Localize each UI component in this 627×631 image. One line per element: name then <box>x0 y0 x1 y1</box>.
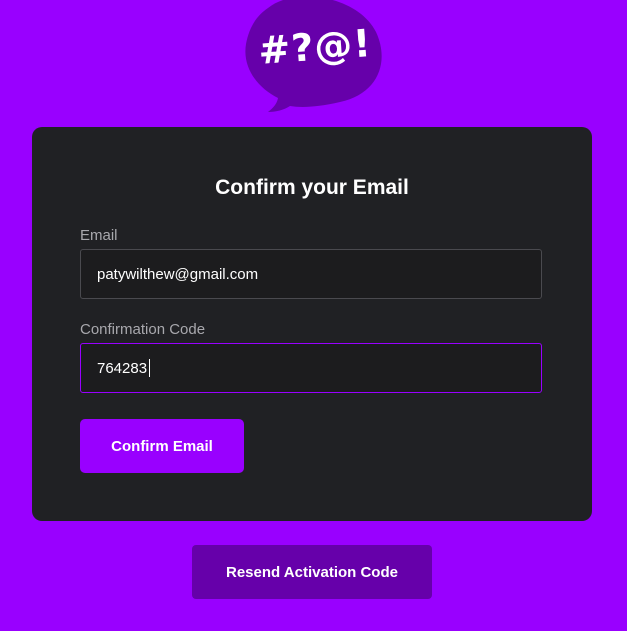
app-logo: #?@! <box>240 0 388 114</box>
email-label: Email <box>80 227 118 244</box>
confirm-email-card: Confirm your Email Email Confirmation Co… <box>32 127 592 521</box>
logo-symbols: #?@! <box>256 21 374 73</box>
text-caret <box>149 359 150 377</box>
confirm-email-button[interactable]: Confirm Email <box>80 419 244 473</box>
resend-activation-code-button[interactable]: Resend Activation Code <box>192 545 432 599</box>
confirmation-code-label: Confirmation Code <box>80 321 206 338</box>
page-title: Confirm your Email <box>215 176 409 199</box>
email-field[interactable] <box>80 249 542 299</box>
